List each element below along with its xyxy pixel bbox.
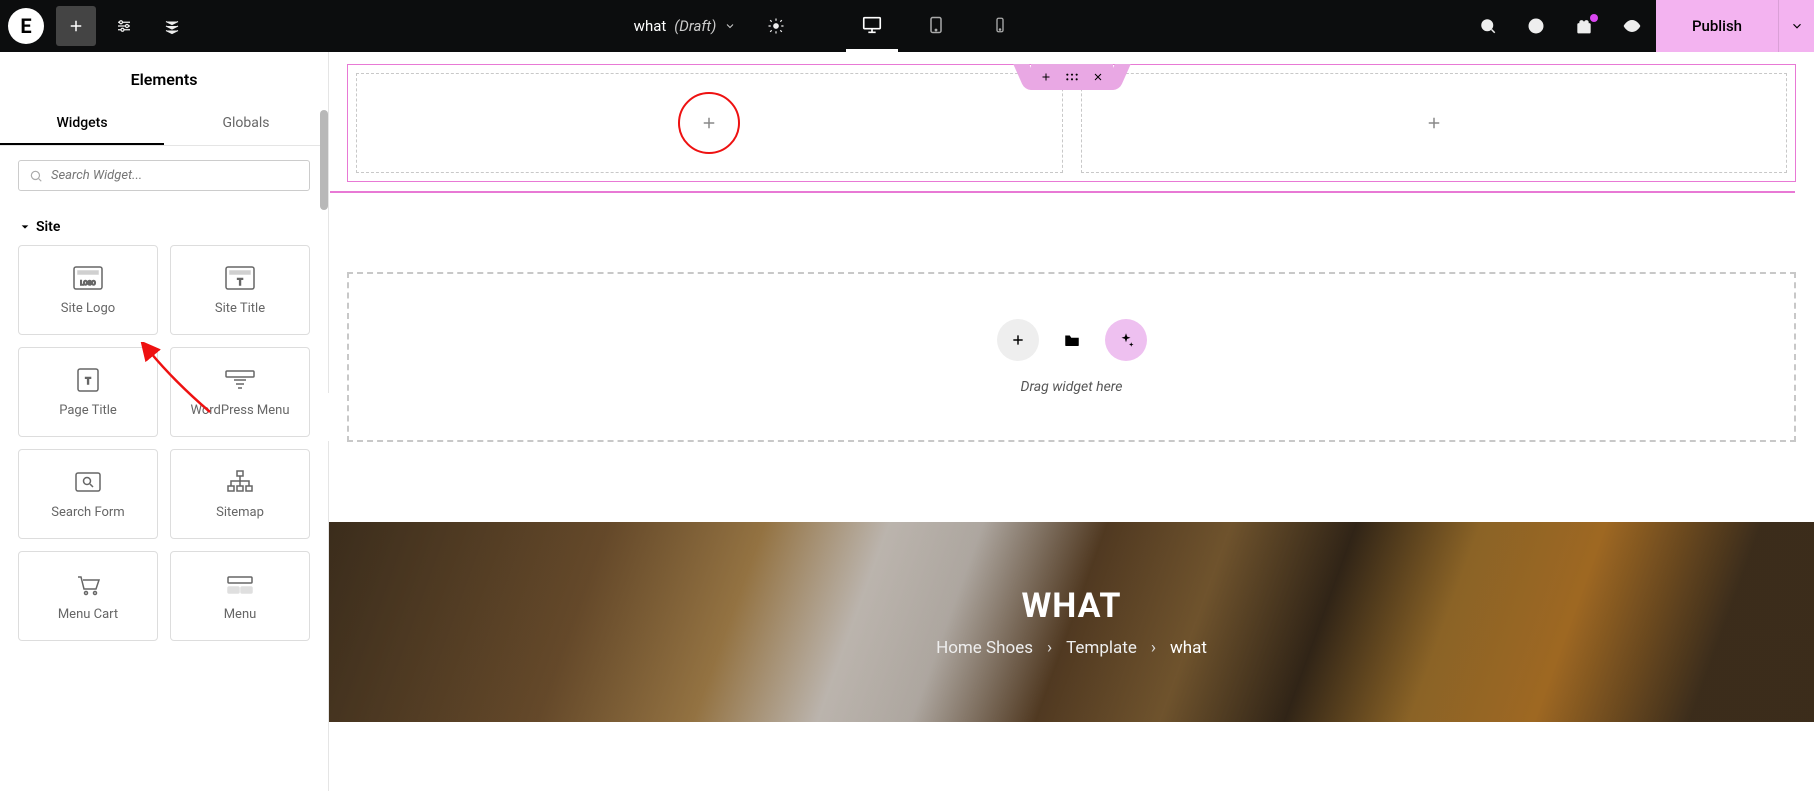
breadcrumb: Home Shoes › Template › what xyxy=(936,638,1207,658)
site-title-icon: T xyxy=(224,265,256,291)
column-1[interactable] xyxy=(356,73,1063,173)
sidebar-scrollbar[interactable] xyxy=(320,110,328,210)
chevron-down-icon xyxy=(1790,19,1804,33)
widget-label: Site Logo xyxy=(61,301,115,316)
plus-icon xyxy=(1425,114,1443,132)
menu-cart-icon xyxy=(72,571,104,597)
column-2[interactable] xyxy=(1081,73,1788,173)
widget-label: WordPress Menu xyxy=(191,403,290,418)
close-icon xyxy=(1092,71,1104,83)
new-section-dropzone[interactable]: Drag widget here xyxy=(347,272,1796,442)
caret-down-icon xyxy=(20,222,30,232)
sparkle-icon xyxy=(1117,331,1135,349)
finder-search-button[interactable] xyxy=(1468,6,1508,46)
tablet-icon xyxy=(926,15,946,35)
tab-widgets[interactable]: Widgets xyxy=(0,103,164,145)
folder-icon xyxy=(1063,332,1081,348)
help-icon xyxy=(1527,17,1545,35)
add-widget-button-highlighted[interactable] xyxy=(678,92,740,154)
search-input-field[interactable] xyxy=(51,168,299,183)
add-template-button[interactable] xyxy=(1051,319,1093,361)
widget-label: Page Title xyxy=(59,403,117,418)
drag-handle-icon xyxy=(1065,72,1079,82)
hero-section: WHAT Home Shoes › Template › what xyxy=(329,522,1814,722)
eye-icon xyxy=(1623,17,1641,35)
responsive-desktop-tab[interactable] xyxy=(846,0,898,52)
delete-section-button[interactable] xyxy=(1085,66,1111,88)
elementor-logo[interactable]: E xyxy=(0,0,52,52)
search-widget-input[interactable] xyxy=(18,160,310,191)
search-icon xyxy=(29,169,43,183)
category-label: Site xyxy=(36,219,60,235)
plus-icon xyxy=(700,114,718,132)
page-settings-button[interactable] xyxy=(756,6,796,46)
widget-label: Menu Cart xyxy=(58,607,118,622)
widget-site-title[interactable]: T Site Title xyxy=(170,245,310,335)
publish-button[interactable]: Publish xyxy=(1656,0,1778,52)
notification-dot xyxy=(1590,14,1598,22)
edit-section-button[interactable] xyxy=(1059,66,1085,88)
responsive-mobile-tab[interactable] xyxy=(974,0,1026,52)
tab-globals[interactable]: Globals xyxy=(164,103,328,145)
sitemap-icon xyxy=(224,469,256,495)
add-new-section-button[interactable] xyxy=(997,319,1039,361)
plus-icon xyxy=(1010,332,1026,348)
panel-title: Elements xyxy=(0,52,328,103)
section-container[interactable] xyxy=(347,64,1796,182)
add-elements-button[interactable] xyxy=(56,6,96,46)
widget-label: Search Form xyxy=(51,505,124,520)
drag-hint-text: Drag widget here xyxy=(1021,379,1123,395)
breadcrumb-separator: › xyxy=(1151,638,1156,658)
document-title-dropdown[interactable]: what (Draft) xyxy=(634,17,737,35)
site-logo-icon: LOGO xyxy=(72,265,104,291)
search-form-icon xyxy=(72,469,104,495)
widget-page-title[interactable]: T Page Title xyxy=(18,347,158,437)
svg-text:T: T xyxy=(85,377,91,387)
desktop-icon xyxy=(861,14,883,36)
publish-options-dropdown[interactable] xyxy=(1778,0,1814,52)
breadcrumb-home[interactable]: Home Shoes xyxy=(936,638,1033,658)
svg-text:T: T xyxy=(237,278,243,288)
add-widget-button[interactable] xyxy=(1418,107,1450,139)
responsive-tablet-tab[interactable] xyxy=(910,0,962,52)
search-icon xyxy=(1479,17,1497,35)
mobile-icon xyxy=(991,16,1009,34)
widget-label: Sitemap xyxy=(216,505,264,520)
add-section-button[interactable] xyxy=(1033,66,1059,88)
help-button[interactable] xyxy=(1516,6,1556,46)
page-title-icon: T xyxy=(72,367,104,393)
document-name: what xyxy=(634,17,667,35)
widget-label: Menu xyxy=(224,607,257,622)
hero-title: WHAT xyxy=(1022,586,1122,626)
svg-text:LOGO: LOGO xyxy=(80,280,95,287)
plus-icon xyxy=(1040,71,1052,83)
ai-button[interactable] xyxy=(1105,319,1147,361)
breadcrumb-current: what xyxy=(1170,638,1207,658)
widget-label: Site Title xyxy=(215,301,265,316)
category-site-header[interactable]: Site xyxy=(0,205,328,245)
wordpress-menu-icon xyxy=(224,367,256,393)
widget-sitemap[interactable]: Sitemap xyxy=(170,449,310,539)
structure-button[interactable] xyxy=(152,6,192,46)
widget-wordpress-menu[interactable]: WordPress Menu xyxy=(170,347,310,437)
widget-site-logo[interactable]: LOGO Site Logo xyxy=(18,245,158,335)
widget-menu-cart[interactable]: Menu Cart xyxy=(18,551,158,641)
preview-button[interactable] xyxy=(1612,6,1652,46)
breadcrumb-separator: › xyxy=(1047,638,1052,658)
menu-icon xyxy=(224,571,256,597)
breadcrumb-template[interactable]: Template xyxy=(1066,638,1137,658)
widget-menu[interactable]: Menu xyxy=(170,551,310,641)
document-status: (Draft) xyxy=(674,17,716,35)
section-handle xyxy=(1031,64,1113,90)
widget-search-form[interactable]: Search Form xyxy=(18,449,158,539)
whats-new-button[interactable] xyxy=(1564,6,1604,46)
site-settings-button[interactable] xyxy=(104,6,144,46)
chevron-down-icon xyxy=(724,20,736,32)
